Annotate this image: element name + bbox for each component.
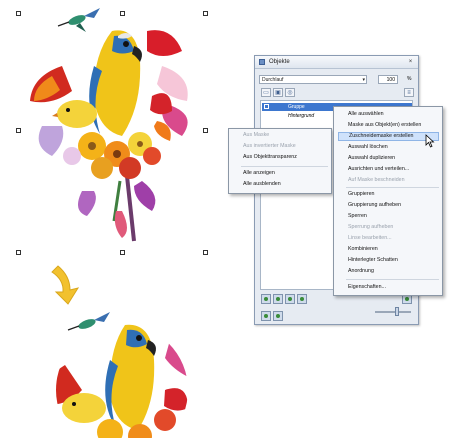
thumbnail-size-slider[interactable] <box>375 311 411 313</box>
selection-handle-tr[interactable] <box>203 11 208 16</box>
add-group-icon[interactable] <box>285 294 295 304</box>
menu-separator <box>241 166 328 167</box>
new-object-icon[interactable] <box>261 294 271 304</box>
mask-submenu: Aus Maske Aus invertierter Maske Aus Obj… <box>228 128 332 194</box>
down-arrow-icon <box>51 265 80 305</box>
menu-item-delete-selection[interactable]: Auswahl löschen <box>348 144 388 151</box>
menu-item-drop-shadow[interactable]: Hinterlegter Schatten <box>348 257 398 264</box>
selection-handle-br[interactable] <box>203 250 208 255</box>
lock-icon[interactable]: ▣ <box>273 88 283 97</box>
menu-item-arrange[interactable]: Anordnung <box>348 268 374 275</box>
menu-item-show-all[interactable]: Alle anzeigen <box>243 170 275 177</box>
menu-item-edit-lens[interactable]: Linse bearbeiten... <box>348 235 392 242</box>
menu-item-clip-to-mask[interactable]: Auf Maske beschneiden <box>348 177 405 184</box>
menu-item-from-mask[interactable]: Aus Maske <box>243 132 269 139</box>
opacity-field[interactable]: 100 <box>378 75 398 84</box>
menu-item-align-distribute[interactable]: Ausrichten und verteilen... <box>348 166 409 173</box>
layer-name-background: Hintergrund <box>288 113 315 119</box>
menu-item-hide-all[interactable]: Alle ausblenden <box>243 181 281 188</box>
menu-item-create-clipping-mask[interactable]: Zuschneidemaske erstellen <box>338 132 439 141</box>
new-layer-icon[interactable]: ▭ <box>261 88 271 97</box>
parrot-bouquet-image <box>30 8 188 242</box>
blend-mode-value: Durchlauf <box>262 77 284 83</box>
menu-item-from-inverted-mask[interactable]: Aus invertierter Maske <box>243 143 296 150</box>
selection-handle-ml[interactable] <box>16 128 21 133</box>
menu-item-ungroup[interactable]: Gruppierung aufheben <box>348 202 401 209</box>
menu-item-lock[interactable]: Sperren <box>348 213 367 220</box>
menu-item-mask-from-objects[interactable]: Maske aus Objekt(en) erstellen <box>348 122 421 129</box>
expand-icon[interactable] <box>264 104 269 109</box>
opacity-unit: % <box>407 76 412 82</box>
objects-icon <box>259 59 265 65</box>
docker-titlebar[interactable]: Objekte × <box>255 56 418 69</box>
docker-title: Objekte <box>269 59 290 65</box>
view-icon[interactable] <box>261 311 271 321</box>
selection-handle-tl[interactable] <box>16 11 21 16</box>
slider-thumb[interactable] <box>395 307 399 316</box>
selection-handle-mr[interactable] <box>203 128 208 133</box>
menu-item-select-all[interactable]: Alle auswählen <box>348 111 384 118</box>
blend-mode-select[interactable]: Durchlauf ▾ <box>259 75 367 84</box>
options-icon[interactable]: ≡ <box>404 88 414 97</box>
menu-separator <box>346 187 439 188</box>
chevron-down-icon: ▾ <box>362 77 365 83</box>
menu-item-unlock[interactable]: Sperrung aufheben <box>348 224 393 231</box>
edit-icon[interactable] <box>297 294 307 304</box>
menu-item-group[interactable]: Gruppieren <box>348 191 375 198</box>
close-button[interactable]: × <box>406 58 415 66</box>
hummingbird-image <box>57 8 100 32</box>
menu-item-combine[interactable]: Kombinieren <box>348 246 378 253</box>
eye-icon[interactable]: ◎ <box>285 88 295 97</box>
menu-separator <box>346 279 439 280</box>
menu-item-from-transparency[interactable]: Aus Objekttransparenz <box>243 154 297 161</box>
layer-name-group: Gruppe <box>288 104 305 110</box>
thumbnail-icon[interactable] <box>273 311 283 321</box>
clipped-result-image <box>56 312 188 438</box>
menu-item-duplicate-selection[interactable]: Auswahl duplizieren <box>348 155 395 162</box>
menu-item-properties[interactable]: Eigenschaften... <box>348 284 386 291</box>
selection-handle-bl[interactable] <box>16 250 21 255</box>
new-mask-icon[interactable] <box>273 294 283 304</box>
selection-handle-bc[interactable] <box>120 250 125 255</box>
cursor-arrow-icon <box>425 134 435 148</box>
